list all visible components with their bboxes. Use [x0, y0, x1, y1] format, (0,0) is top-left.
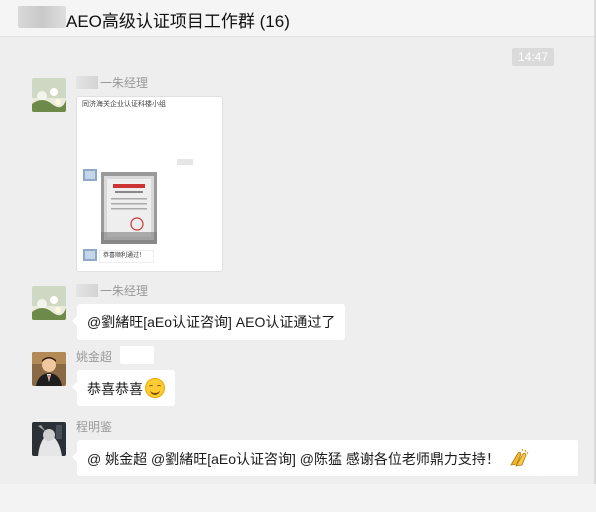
mini-avatar-icon: [83, 169, 97, 181]
smiley-icon: [145, 378, 165, 398]
image-message[interactable]: 同济海关企业认证科楼小组 恭喜顺利通过！: [76, 96, 223, 272]
blurred-name-part: [76, 76, 98, 89]
sender-avatar[interactable]: [32, 422, 66, 456]
sender-name: 姚金超: [76, 350, 113, 364]
message-bubble[interactable]: @ 姚金超 @劉緒旺[aEo认证咨询] @陈猛 感谢各位老师鼎力支持！: [72, 440, 540, 476]
title-bar: AEO高级认证项目工作群 (16): [0, 0, 594, 37]
mini-avatar-icon: [83, 249, 97, 261]
blurred-title-prefix: [18, 6, 66, 28]
message-bubble[interactable]: 恭喜恭喜: [72, 370, 175, 406]
image-header-text: 同济海关企业认证科楼小组: [82, 101, 166, 108]
message-text: @ 姚金超 @劉緒旺[aEo认证咨询] @陈猛 感谢各位老师鼎力支持！: [87, 451, 500, 467]
sender-avatar[interactable]: [32, 286, 66, 320]
message-timestamp: 14:47: [512, 48, 554, 66]
blurred-name-part: [76, 284, 98, 297]
chat-window: AEO高级认证项目工作群 (16) 14:47 一朱经理 同济海关企业认证科楼小…: [0, 0, 596, 484]
blurred-side-area: [538, 440, 578, 476]
sender-name: 一朱经理: [76, 74, 148, 91]
message-text: 恭喜恭喜: [87, 381, 143, 397]
input-area-edge: [0, 484, 596, 512]
sender-name: 程明鉴: [76, 420, 113, 434]
image-caption: 恭喜顺利通过！: [99, 250, 154, 263]
image-mini-timestamp: [177, 159, 193, 165]
certificate-photo: [101, 172, 157, 244]
message-text: @劉緒旺[aEo认证咨询] AEO认证通过了: [87, 314, 336, 330]
blurred-name-tag: [120, 346, 154, 364]
sender-avatar[interactable]: [32, 78, 66, 112]
chat-title: AEO高级认证项目工作群 (16): [66, 12, 290, 31]
clapping-hands-icon: [510, 448, 529, 467]
message-bubble[interactable]: @劉緒旺[aEo认证咨询] AEO认证通过了: [71, 304, 346, 340]
sender-name: 一朱经理: [76, 282, 148, 299]
sender-avatar[interactable]: [32, 352, 66, 386]
